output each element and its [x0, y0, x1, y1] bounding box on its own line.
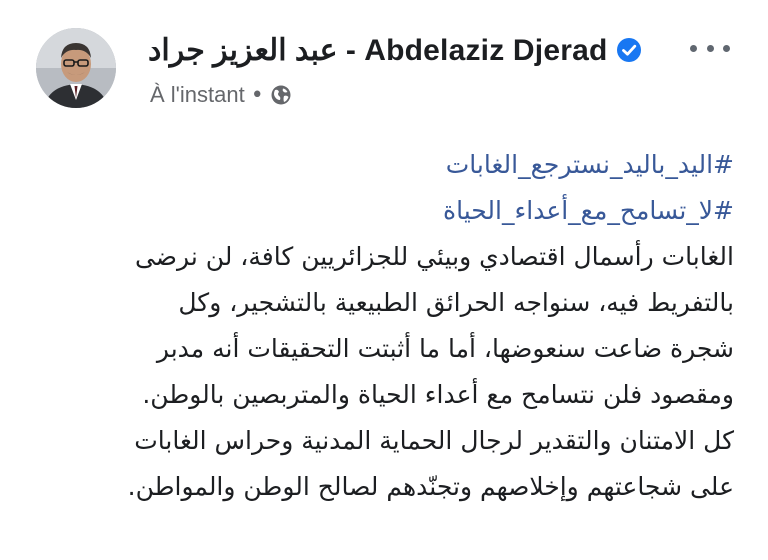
verified-badge-icon: [616, 37, 642, 63]
author-avatar[interactable]: [36, 28, 116, 108]
post-header: عبد العزيز جراد - Abdelaziz Djerad À l'i…: [20, 22, 748, 118]
avatar-portrait-icon: [36, 28, 116, 108]
post-meta: À l'instant •: [150, 82, 292, 108]
globe-icon[interactable]: [270, 84, 292, 106]
post-text-line: بالتفريط فيه، سنواجه الحرائق الطبيعية با…: [178, 288, 734, 317]
post-body: #اليد_باليد_نسترجع_الغابات #لا_تسامح_مع_…: [34, 142, 734, 510]
more-horizontal-icon: [690, 44, 697, 52]
meta-separator: •: [250, 82, 264, 108]
post-timestamp[interactable]: À l'instant: [150, 82, 245, 108]
facebook-post: عبد العزيز جراد - Abdelaziz Djerad À l'i…: [0, 0, 768, 560]
post-text-line: كل الامتنان والتقدير لرجال الحماية المدن…: [134, 426, 734, 455]
author-name-row: عبد العزيز جراد - Abdelaziz Djerad: [148, 30, 642, 70]
post-text-line: ومقصود فلن نتسامح مع أعداء الحياة والمتر…: [142, 380, 734, 409]
hashtag-link[interactable]: #اليد_باليد_نسترجع_الغابات: [34, 142, 734, 188]
author-name[interactable]: عبد العزيز جراد - Abdelaziz Djerad: [148, 33, 608, 68]
post-text-line: الغابات رأسمال اقتصادي وبيئي للجزائريين …: [134, 242, 734, 271]
post-text-line: على شجاعتهم وإخلاصهم وتجنّدهم لصالح الوط…: [127, 472, 734, 501]
hashtag-link[interactable]: #لا_تسامح_مع_أعداء_الحياة: [34, 188, 734, 234]
more-horizontal-icon: [706, 44, 714, 52]
more-options-button[interactable]: [690, 36, 730, 60]
more-horizontal-icon: [723, 44, 730, 52]
post-text-line: شجرة ضاعت سنعوضها، أما ما أثبتت التحقيقا…: [156, 334, 734, 363]
